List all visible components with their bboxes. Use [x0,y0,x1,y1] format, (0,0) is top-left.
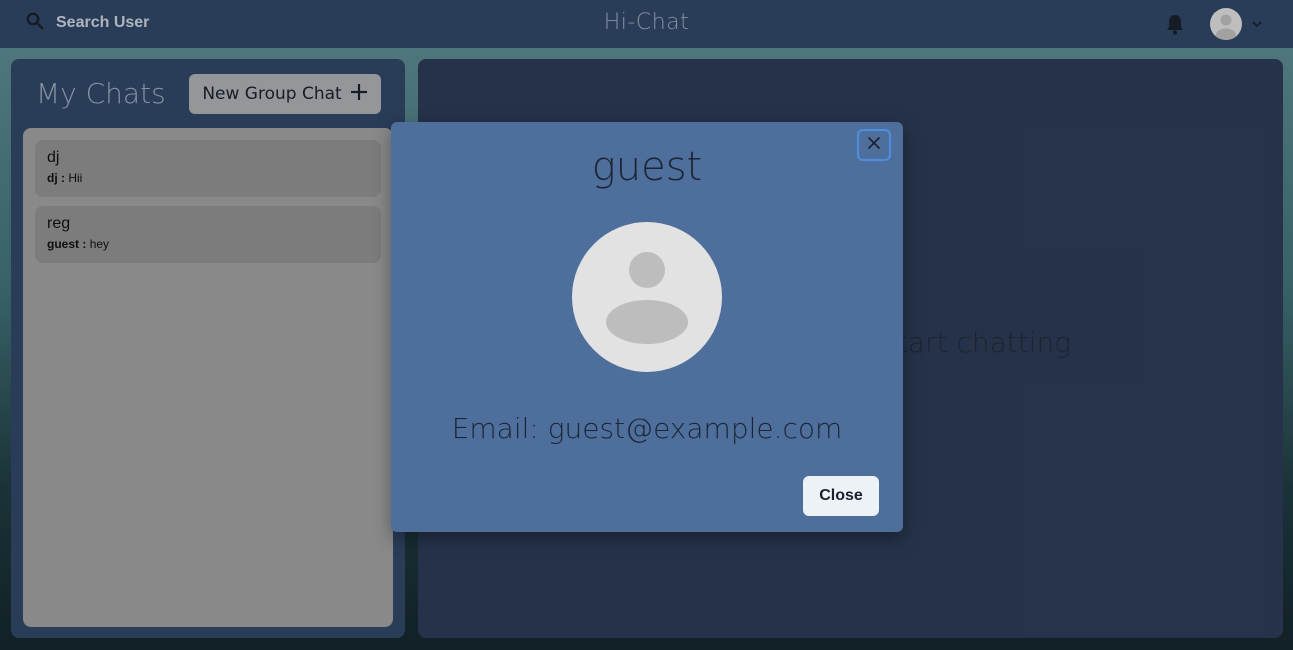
profile-name: guest [591,144,703,190]
email-value: guest@example.com [547,412,843,445]
profile-avatar [572,222,722,372]
email-label: Email: [451,412,539,445]
modal-close-icon-button[interactable] [857,129,891,161]
close-icon [867,136,881,155]
close-button[interactable]: Close [803,476,879,516]
profile-modal: guest Email: guest@example.com Close [391,122,903,532]
profile-email: Email: guest@example.com [391,412,903,445]
